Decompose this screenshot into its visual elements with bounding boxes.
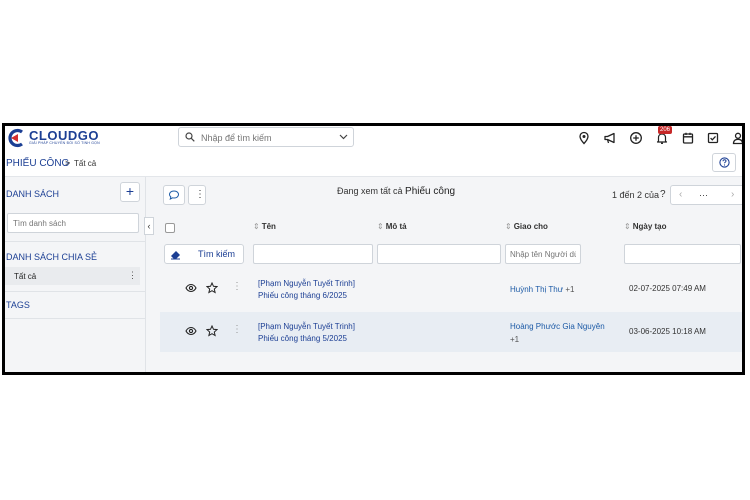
row-assignee[interactable]: Huỳnh Thị Thư +1 (510, 283, 574, 296)
comment-button[interactable] (163, 185, 185, 205)
table-row[interactable]: ⋮ [Phạm Nguyễn Tuyết Trinh] Phiếu công t… (160, 269, 742, 309)
list-section-title: DANH SÁCH (6, 189, 60, 199)
next-page-icon[interactable]: › (731, 189, 734, 200)
user-icon[interactable] (731, 131, 745, 145)
row-name-title: Phiếu công tháng 5/2025 (258, 334, 347, 343)
column-header-created[interactable]: ⇕ Ngày tạo (624, 222, 667, 231)
column-header-name[interactable]: ⇕ Tên (253, 222, 276, 231)
notification-badge: 206 (658, 126, 673, 134)
assignee-name: Huỳnh Thị Thư (510, 285, 564, 294)
page-info: 1 đến 2 của (612, 190, 660, 200)
breadcrumb-module[interactable]: PHIẾU CÔNG (6, 158, 69, 169)
table-row[interactable]: ⋮ [Phạm Nguyễn Tuyết Trinh] Phiếu công t… (160, 312, 742, 352)
shared-section-title: DANH SÁCH CHIA SẺ (6, 252, 98, 262)
star-icon[interactable] (206, 282, 218, 294)
column-header-assignee[interactable]: ⇕ Giao cho (505, 222, 548, 231)
divider (5, 241, 145, 242)
sort-icon: ⇕ (624, 222, 631, 231)
row-created-date: 02-07-2025 07:49 AM (629, 284, 706, 293)
page-info-help[interactable]: ? (660, 189, 666, 200)
plus-icon: + (125, 183, 135, 199)
sidebar: DANH SÁCH + DANH SÁCH CHIA SẺ Tất cả ⋮ T… (5, 177, 146, 372)
global-search-input[interactable] (199, 130, 333, 146)
sort-icon: ⇕ (253, 222, 260, 231)
list-search-input[interactable] (7, 213, 139, 233)
more-vertical-icon: ⋮ (195, 189, 205, 200)
select-all-checkbox[interactable] (165, 223, 175, 233)
column-header-label: Tên (261, 222, 276, 231)
star-icon[interactable] (206, 325, 218, 337)
row-created-date: 03-06-2025 10:18 AM (629, 327, 706, 336)
assignee-filter-input[interactable] (505, 244, 581, 264)
drag-handle-icon[interactable]: ⋮ (232, 324, 242, 335)
assignee-more: +1 (565, 285, 575, 294)
calendar-icon[interactable] (681, 131, 695, 145)
breadcrumb: PHIẾU CÔNG > Tất cả (5, 150, 742, 177)
comment-icon (168, 190, 180, 200)
megaphone-icon[interactable] (603, 131, 617, 145)
column-header-label: Ngày tạo (632, 222, 667, 231)
eye-icon[interactable] (185, 325, 197, 337)
assignee-more: +1 (510, 335, 520, 344)
row-assignee[interactable]: Hoàng Phước Gia Nguyên +1 (510, 320, 605, 346)
search-filter-button[interactable]: Tìm kiếm (164, 244, 244, 264)
add-list-button[interactable]: + (120, 182, 140, 202)
chevron-left-icon: ‹ (147, 221, 151, 231)
add-circle-icon[interactable] (629, 131, 643, 145)
column-header-label: Giao cho (513, 222, 548, 231)
location-pin-icon[interactable] (577, 131, 591, 145)
search-filter-label: Tìm kiếm (198, 249, 235, 259)
sidebar-item-all[interactable]: Tất cả ⋮ (5, 267, 140, 285)
sort-icon: ⇕ (505, 222, 512, 231)
pagination: ‹ ··· › (670, 185, 742, 205)
sidebar-item-label: Tất cả (14, 272, 37, 281)
app-window: CLOUDGO GIẢI PHÁP CHUYỂN ĐỔI SỐ TINH GỌN (2, 123, 745, 375)
tags-section-title: TAGS (6, 300, 30, 310)
more-vertical-icon[interactable]: ⋮ (128, 270, 137, 281)
row-name-owner: [Phạm Nguyễn Tuyết Trinh] (258, 279, 355, 288)
breadcrumb-separator: > (65, 158, 71, 168)
sort-icon: ⇕ (377, 222, 384, 231)
eraser-icon (171, 251, 180, 260)
name-filter-input[interactable] (253, 244, 373, 264)
view-status-module: Phiếu công (405, 186, 456, 197)
logo-mark-icon (8, 128, 23, 148)
assignee-name: Hoàng Phước Gia Nguyên (510, 322, 605, 331)
chevron-down-icon[interactable] (339, 132, 348, 141)
divider (5, 318, 145, 319)
logo-tagline: GIẢI PHÁP CHUYỂN ĐỔI SỐ TINH GỌN (29, 141, 100, 145)
collapse-sidebar-button[interactable]: ‹ (144, 217, 154, 235)
prev-page-icon[interactable]: ‹ (679, 189, 682, 200)
row-name-link[interactable]: [Phạm Nguyễn Tuyết Trinh] Phiếu công thá… (258, 278, 355, 302)
help-button[interactable] (712, 153, 736, 172)
eye-icon[interactable] (185, 282, 197, 294)
top-bar: CLOUDGO GIẢI PHÁP CHUYỂN ĐỔI SỐ TINH GỌN (5, 126, 742, 151)
task-checkbox-icon[interactable] (706, 131, 720, 145)
row-name-owner: [Phạm Nguyễn Tuyết Trinh] (258, 322, 355, 331)
column-header-description[interactable]: ⇕ Mô tả (377, 222, 407, 231)
view-status: Đang xem tất cả Phiếu công (337, 186, 455, 197)
more-actions-button[interactable]: ⋮ (188, 185, 206, 205)
view-status-prefix: Đang xem tất cả (337, 186, 403, 196)
row-name-link[interactable]: [Phạm Nguyễn Tuyết Trinh] Phiếu công thá… (258, 321, 355, 345)
row-name-title: Phiếu công tháng 6/2025 (258, 291, 347, 300)
description-filter-input[interactable] (377, 244, 501, 264)
help-icon (719, 157, 730, 168)
column-header-label: Mô tả (385, 222, 407, 231)
divider (5, 291, 145, 292)
global-search[interactable] (178, 127, 354, 147)
cloudgo-logo[interactable]: CLOUDGO GIẢI PHÁP CHUYỂN ĐỔI SỐ TINH GỌN (7, 128, 117, 148)
drag-handle-icon[interactable]: ⋮ (232, 281, 242, 292)
breadcrumb-current: Tất cả (74, 159, 97, 168)
page-menu-button[interactable]: ··· (699, 190, 708, 200)
search-icon (185, 132, 195, 142)
created-filter-input[interactable] (624, 244, 741, 264)
main-content: ⋮ Đang xem tất cả Phiếu công 1 đến 2 của… (155, 177, 742, 372)
